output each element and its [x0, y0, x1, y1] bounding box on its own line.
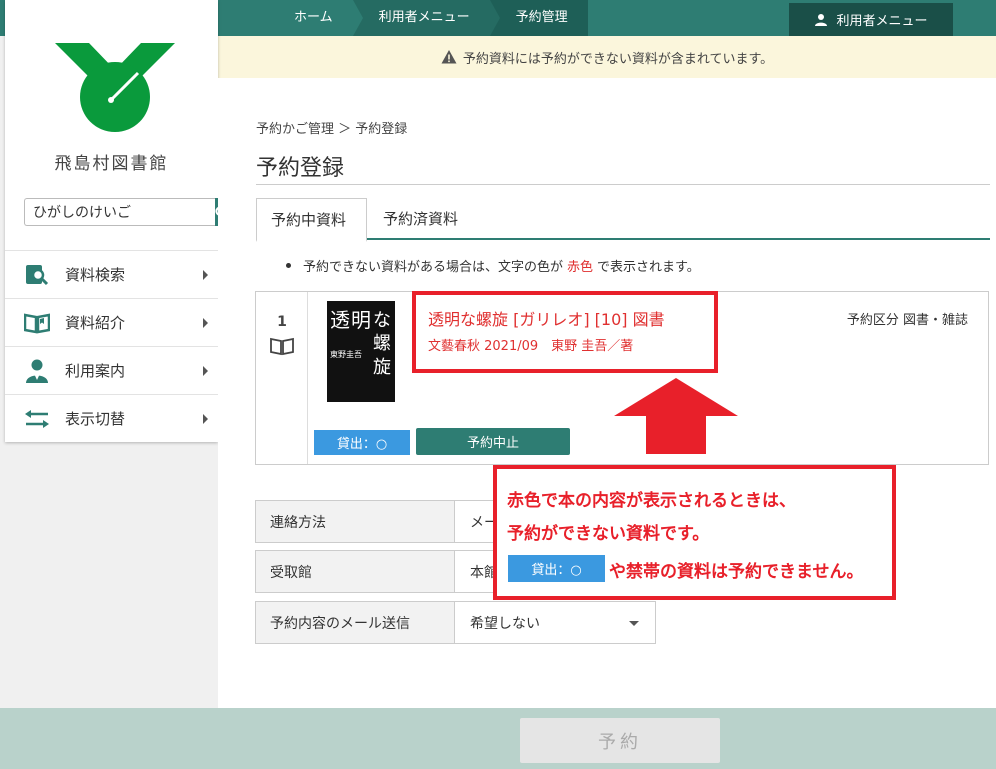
note-suffix: で表示されます。 — [597, 260, 700, 275]
sidebar-item-guide[interactable]: 利用案内 — [5, 346, 218, 394]
color-note: 予約できない資料がある場合は、文字の色が 赤色 で表示されます。 — [286, 256, 700, 275]
chevron-down-icon — [629, 621, 639, 626]
page-title: 予約登録 — [256, 156, 345, 181]
library-logo[interactable] — [55, 40, 175, 140]
mail-send-row: 予約内容のメール送信 希望しない — [255, 601, 656, 644]
note-prefix: 予約できない資料がある場合は、文字の色が — [303, 260, 564, 275]
library-name: 飛島村図書館 — [54, 154, 169, 174]
sidebar: 飛島村図書館 資料検索 資料紹介 利用案内 — [5, 0, 228, 442]
open-book-icon — [23, 309, 51, 337]
chevron-right-icon — [203, 366, 208, 376]
item-number-column: 1 — [256, 292, 308, 464]
sidebar-item-introduction[interactable]: 資料紹介 — [5, 298, 218, 346]
contact-method-label: 連絡方法 — [256, 501, 455, 542]
crumb-user-menu[interactable]: 利用者メニュー — [352, 0, 500, 36]
switch-arrows-icon — [23, 405, 51, 433]
annotation-callout: 赤色で本の内容が表示されるときは、 予約ができない資料です。 貸出：○ や禁帯の… — [493, 465, 896, 600]
book-icon — [270, 337, 294, 356]
search-input[interactable] — [24, 198, 215, 226]
sidebar-item-label: 資料検索 — [65, 266, 126, 284]
user-menu-button[interactable]: 利用者メニュー — [789, 3, 953, 36]
pickup-library-label: 受取館 — [256, 551, 455, 592]
user-menu-label: 利用者メニュー — [836, 14, 928, 29]
reserve-submit-button[interactable]: 予約 — [520, 718, 720, 763]
sidebar-item-label: 表示切替 — [65, 410, 126, 428]
reservation-kind: 予約区分 図書・雑誌 — [846, 313, 968, 328]
annotation-line-3: や禁帯の資料は予約できません。 — [609, 562, 864, 582]
bullet-icon — [286, 263, 291, 268]
highlight-box — [412, 291, 718, 373]
warning-banner: 予約資料には予約ができない資料が含まれています。 — [218, 36, 996, 78]
cancel-reservation-button[interactable]: 予約中止 — [416, 428, 570, 455]
page-breadcrumb: 予約かご管理 ＞ 予約登録 — [256, 122, 408, 137]
title-divider — [256, 184, 990, 185]
main-content: 予約かご管理 ＞ 予約登録 予約登録 予約中資料 予約済資料 予約できない資料が… — [218, 78, 996, 708]
note-red-word: 赤色 — [567, 260, 594, 275]
tab-bar: 予約中資料 予約済資料 — [256, 198, 990, 242]
mail-send-select[interactable]: 希望しない — [455, 602, 655, 643]
sidebar-menu: 資料検索 資料紹介 利用案内 表示切替 — [5, 250, 218, 442]
user-icon — [815, 13, 828, 26]
chevron-right-icon — [203, 318, 208, 328]
bottom-bar — [0, 708, 996, 769]
crumb-home[interactable]: ホーム — [270, 0, 363, 36]
item-number: 1 — [277, 314, 287, 330]
sidebar-item-label: 利用案内 — [65, 362, 126, 380]
chevron-right-icon — [203, 270, 208, 280]
person-icon — [23, 357, 51, 385]
up-arrow-icon — [614, 378, 738, 454]
sidebar-item-display-switch[interactable]: 表示切替 — [5, 394, 218, 442]
tab-reserved[interactable]: 予約済資料 — [369, 198, 472, 240]
sidebar-item-label: 資料紹介 — [65, 314, 126, 332]
mail-send-value: 希望しない — [470, 615, 540, 632]
warning-icon — [441, 50, 457, 64]
sidebar-item-search[interactable]: 資料検索 — [5, 250, 218, 298]
annotation-line-2: 予約ができない資料です。 — [507, 524, 710, 544]
mail-send-label: 予約内容のメール送信 — [256, 602, 455, 643]
annotation-line-1: 赤色で本の内容が表示されるときは、 — [507, 491, 796, 511]
chevron-right-icon — [203, 414, 208, 424]
tab-reserving[interactable]: 予約中資料 — [256, 198, 367, 242]
crumb-reservation-management[interactable]: 予約管理 — [489, 0, 588, 36]
annotation-lend-badge: 貸出：○ — [508, 555, 605, 582]
top-breadcrumb: ホーム 利用者メニュー 予約管理 — [270, 0, 588, 36]
search-book-icon — [23, 261, 51, 289]
sidebar-search — [24, 198, 228, 226]
book-cover-image[interactable]: 透 明 な 螺 旋 東野圭吾 — [327, 301, 395, 402]
warning-text: 予約資料には予約ができない資料が含まれています。 — [462, 51, 774, 67]
lend-status-badge: 貸出：○ — [314, 430, 410, 455]
